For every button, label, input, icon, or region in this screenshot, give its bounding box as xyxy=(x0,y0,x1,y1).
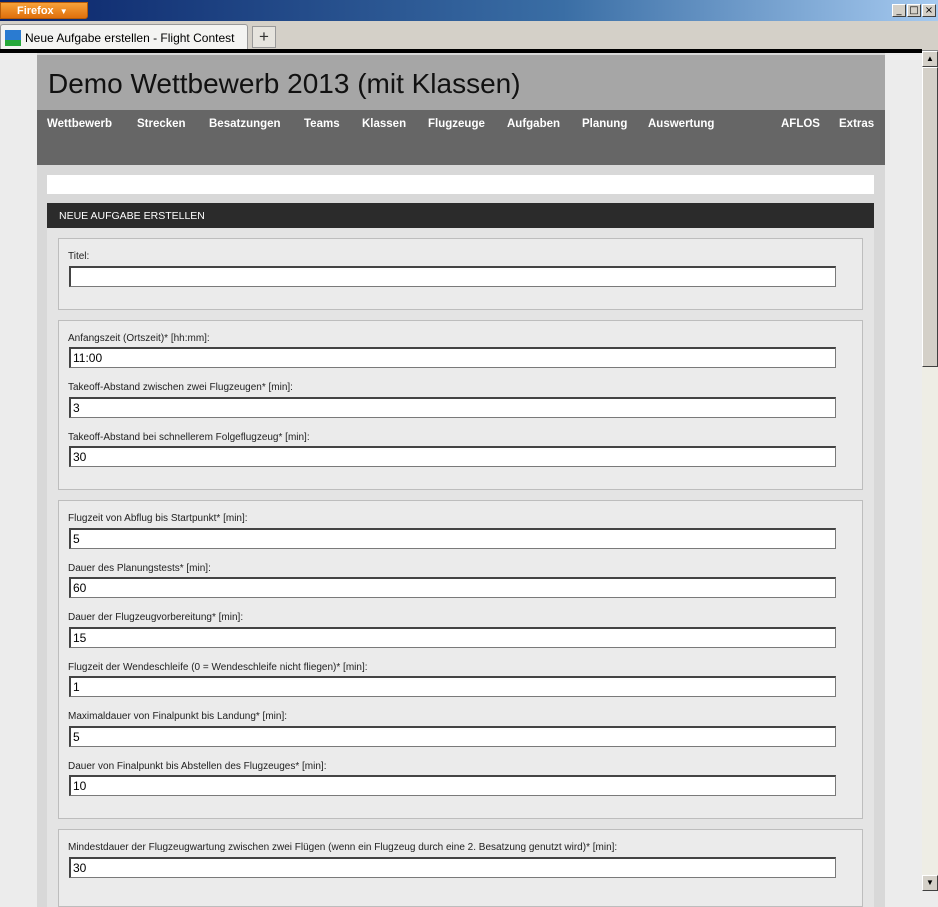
start-time-input[interactable] xyxy=(69,347,836,368)
firefox-menu-label: Firefox xyxy=(17,5,54,17)
nav-item-auswertung[interactable]: Auswertung xyxy=(648,118,714,130)
start-time-label: Anfangszeit (Ortszeit)* [hh:mm]: xyxy=(68,333,210,344)
nav-item-teams[interactable]: Teams xyxy=(304,118,340,130)
browser-tab-active[interactable]: Neue Aufgabe erstellen - Flight Contest xyxy=(0,24,248,50)
title-input[interactable] xyxy=(69,266,836,287)
final-to-landing-label: Maximaldauer von Finalpunkt bis Landung*… xyxy=(68,711,288,722)
page-title: Demo Wettbewerb 2013 (mit Klassen) xyxy=(48,68,521,99)
nav-item-planung[interactable]: Planung xyxy=(582,118,627,130)
final-to-parking-input[interactable] xyxy=(69,775,836,796)
turn-loop-label: Flugzeit der Wendeschleife (0 = Wendesch… xyxy=(68,662,368,673)
new-tab-button[interactable]: + xyxy=(252,26,276,48)
planning-test-label: Dauer des Planungstests* [min]: xyxy=(68,563,211,574)
message-bar xyxy=(47,175,874,194)
planning-test-input[interactable] xyxy=(69,577,836,598)
flight-contest-favicon-icon xyxy=(5,30,21,46)
final-to-parking-label: Dauer von Finalpunkt bis Abstellen des F… xyxy=(68,761,327,772)
section-header: NEUE AUFGABE ERSTELLEN xyxy=(47,203,874,228)
window-controls: _ □ × xyxy=(892,4,936,17)
page-content: Demo Wettbewerb 2013 (mit Klassen) Wettb… xyxy=(37,53,885,907)
tab-strip: Neue Aufgabe erstellen - Flight Contest … xyxy=(0,21,938,51)
scroll-up-icon[interactable]: ▲ xyxy=(922,51,938,67)
scroll-down-icon[interactable]: ▼ xyxy=(922,875,938,891)
main-navigation: Wettbewerb Strecken Besatzungen Teams Kl… xyxy=(37,110,885,165)
scrollbar-thumb[interactable] xyxy=(922,67,938,367)
takeoff-interval-input[interactable] xyxy=(69,397,836,418)
nav-item-strecken[interactable]: Strecken xyxy=(137,118,186,130)
title-label: Titel: xyxy=(68,251,90,262)
takeoff-faster-input[interactable] xyxy=(69,446,836,467)
nav-item-aufgaben[interactable]: Aufgaben xyxy=(507,118,560,130)
aircraft-prep-label: Dauer der Flugzeugvorbereitung* [min]: xyxy=(68,612,244,623)
site-header: Demo Wettbewerb 2013 (mit Klassen) xyxy=(37,55,885,110)
nav-item-besatzungen[interactable]: Besatzungen xyxy=(209,118,281,130)
takeoff-interval-label: Takeoff-Abstand zwischen zwei Flugzeugen… xyxy=(68,382,293,393)
maintenance-input[interactable] xyxy=(69,857,836,878)
firefox-menu-button[interactable]: Firefox ▼ xyxy=(0,2,88,19)
nav-item-wettbewerb[interactable]: Wettbewerb xyxy=(47,118,112,130)
final-to-landing-input[interactable] xyxy=(69,726,836,747)
close-window-button[interactable]: × xyxy=(922,4,936,17)
page-scrollbar[interactable]: ▲ ▼ xyxy=(922,51,938,891)
turn-loop-input[interactable] xyxy=(69,676,836,697)
minimize-button[interactable]: _ xyxy=(892,4,906,17)
departure-to-start-label: Flugzeit von Abflug bis Startpunkt* [min… xyxy=(68,513,248,524)
window-titlebar: Firefox ▼ _ □ × xyxy=(0,0,938,21)
maximize-button[interactable]: □ xyxy=(907,4,921,17)
nav-item-klassen[interactable]: Klassen xyxy=(362,118,406,130)
departure-to-start-input[interactable] xyxy=(69,528,836,549)
tab-title: Neue Aufgabe erstellen - Flight Contest xyxy=(25,31,235,45)
nav-item-flugzeuge[interactable]: Flugzeuge xyxy=(428,118,485,130)
section-title: NEUE AUFGABE ERSTELLEN xyxy=(59,210,205,222)
nav-item-extras[interactable]: Extras xyxy=(839,118,874,130)
dropdown-arrow-icon: ▼ xyxy=(59,7,68,16)
maintenance-label: Mindestdauer der Flugzeugwartung zwische… xyxy=(68,842,618,853)
nav-item-aflos[interactable]: AFLOS xyxy=(781,118,820,130)
takeoff-faster-label: Takeoff-Abstand bei schnellerem Folgeflu… xyxy=(68,432,310,443)
aircraft-prep-input[interactable] xyxy=(69,627,836,648)
